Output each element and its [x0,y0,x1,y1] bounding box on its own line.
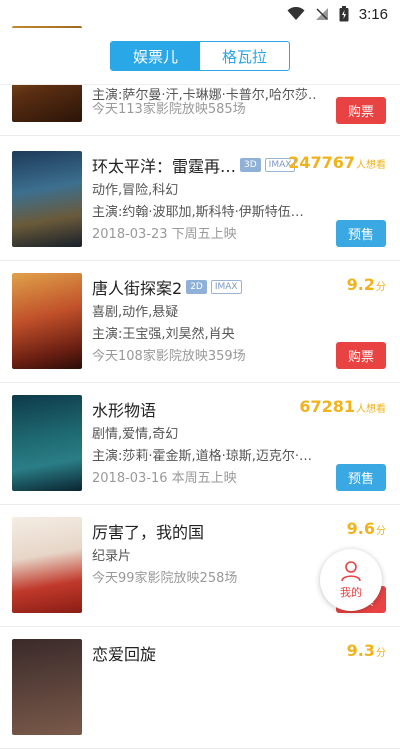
title-row: 恋爱回旋 [92,641,156,665]
movie-info: 今天108家影院放映359场 [92,349,246,364]
want-count: 67281人想看 [299,397,386,416]
format-badge-imax: IMAX [210,280,242,294]
list-item[interactable]: 环太平洋：雷霆再… 3D IMAX 247767人想看 动作,冒险,科幻 主演:… [0,139,400,261]
movie-title: 唐人街探案2 [92,279,183,298]
format-badge-3d: 3D [240,158,261,172]
movie-title: 水形物语 [92,401,157,420]
movie-cast: 主演:约翰·波耶加,斯科特·伊斯特伍… [92,205,304,220]
movie-cast: 主演:莎莉·霍金斯,道格·琼斯,迈克尔·… [92,449,313,464]
buy-button[interactable]: 购票 [336,342,386,369]
poster-image[interactable] [12,395,82,491]
movie-genre: 喜剧,动作,悬疑 [92,305,179,320]
poster-image[interactable] [12,517,82,613]
poster-image[interactable] [12,273,82,369]
source-tabs: 娱票儿 格瓦拉 [110,41,290,71]
rating-score: 9.6分 [346,519,386,538]
movie-info: 2018-03-16 本周五上映 [92,471,237,486]
movie-genre: 剧情,爱情,奇幻 [92,427,179,442]
movie-genre: 动作,冒险,科幻 [92,183,179,198]
movie-info: 今天99家影院放映258场 [92,571,238,586]
movie-title: 环太平洋：雷霆再… [92,157,237,176]
title-row: 环太平洋：雷霆再… 3D IMAX [92,153,296,177]
mine-label: 我的 [340,586,362,599]
presale-button[interactable]: 预售 [336,464,386,491]
rating-score: 9.2分 [346,275,386,294]
buy-button[interactable]: 购票 [336,97,386,124]
list-item[interactable]: 唐人街探案2 2D IMAX 9.2分 喜剧,动作,悬疑 主演:王宝强,刘昊然,… [0,261,400,383]
movie-cast: 主演:王宝强,刘昊然,肖央 [92,327,235,342]
movie-info: 2018-03-23 下周五上映 [92,227,237,242]
movie-info: 今天113家影院放映585场 [92,102,246,117]
movie-title: 厉害了，我的国 [92,523,205,542]
mine-float-button[interactable]: 我的 [320,549,382,611]
title-row: 厉害了，我的国 [92,519,204,543]
user-icon [341,561,361,582]
poster-image[interactable] [12,151,82,247]
title-row: 水形物语 [92,397,156,421]
movie-genre: 纪录片 [92,549,132,564]
title-row: 唐人街探案2 2D IMAX [92,275,242,299]
format-badge-2d: 2D [186,280,207,294]
rating-score: 9.3分 [346,641,386,660]
poster-image[interactable] [12,639,82,735]
presale-button[interactable]: 预售 [336,220,386,247]
list-item[interactable]: 恋爱回旋 9.3分 [0,627,400,749]
list-item[interactable]: 水形物语 67281人想看 剧情,爱情,奇幻 主演:莎莉·霍金斯,道格·琼斯,迈… [0,383,400,505]
tab-yupiaoer[interactable]: 娱票儿 [111,42,200,70]
tab-gewala[interactable]: 格瓦拉 [200,42,289,70]
want-count: 247767人想看 [288,153,386,172]
movie-title: 恋爱回旋 [92,645,157,664]
